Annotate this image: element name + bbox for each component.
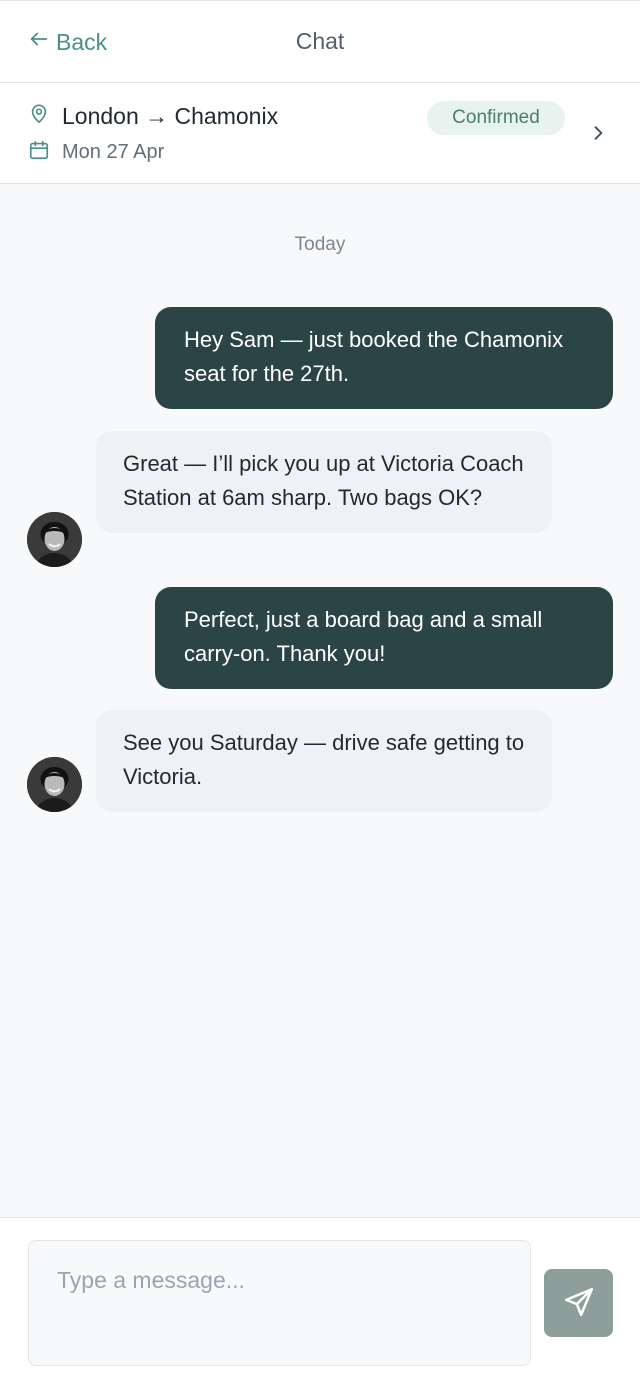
calendar-icon	[28, 139, 50, 166]
outgoing-message: Hey Sam — just booked the Chamonix seat …	[155, 307, 613, 409]
top-bar: Back Chat	[0, 0, 640, 83]
chevron-right-icon[interactable]	[588, 123, 608, 143]
map-pin-icon	[28, 103, 50, 130]
message-input[interactable]	[28, 1240, 531, 1366]
send-button[interactable]	[544, 1269, 613, 1337]
message-composer	[0, 1217, 640, 1386]
trip-route-row: London → Chamonix	[28, 103, 278, 130]
trip-route: London → Chamonix	[62, 103, 279, 129]
avatar[interactable]	[27, 512, 82, 567]
incoming-message: Great — I’ll pick you up at Victoria Coa…	[96, 431, 552, 533]
outgoing-message: Perfect, just a board bag and a small ca…	[155, 587, 613, 689]
incoming-message: See you Saturday — drive safe getting to…	[96, 710, 552, 812]
status-badge: Confirmed	[427, 101, 565, 135]
chat-screen: Back Chat London → Chamonix Mon 27 Apr C…	[0, 0, 640, 1386]
trip-date: Mon 27 Apr	[62, 141, 165, 163]
trip-summary-card[interactable]: London → Chamonix Mon 27 Apr Confirmed	[0, 83, 640, 184]
day-separator: Today	[294, 234, 346, 255]
avatar[interactable]	[27, 757, 82, 812]
trip-date-row: Mon 27 Apr	[28, 139, 164, 166]
send-icon	[562, 1285, 596, 1322]
page-title: Chat	[295, 28, 345, 54]
